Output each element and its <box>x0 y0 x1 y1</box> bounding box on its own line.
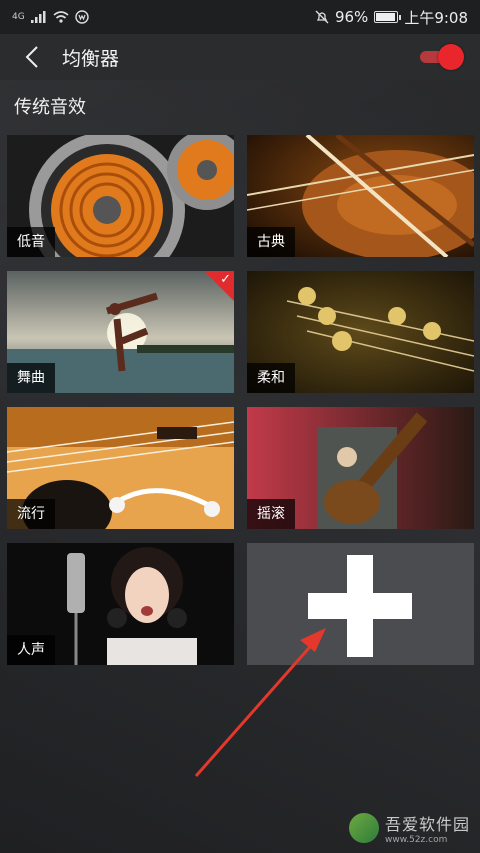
watermark-logo <box>348 813 379 843</box>
annotation-arrow <box>194 628 326 777</box>
page-title: 均衡器 <box>62 47 120 70</box>
clock: 上午9:08 <box>404 8 468 27</box>
content-area: 传统音效 低音 古典 ✓ 舞曲 柔和 流行 摇滚 人声 吾爱软件园 www.52… <box>0 80 480 853</box>
watermark: 吾爱软件园 www.52z.com <box>348 811 470 845</box>
wifi-icon <box>53 11 69 23</box>
app-notification-icon <box>75 10 89 24</box>
title-bar: 均衡器 <box>0 34 480 80</box>
status-bar: 4G 96% 上午9:08 <box>0 0 480 34</box>
network-type: 4G <box>12 12 25 22</box>
battery-icon <box>374 11 402 23</box>
signal-icon <box>30 11 46 23</box>
battery-percent: 96% <box>334 8 369 26</box>
watermark-name: 吾爱软件园 <box>384 815 470 834</box>
status-right: 96% 上午9:08 <box>315 7 468 28</box>
back-arrow-icon <box>25 46 38 68</box>
equalizer-toggle[interactable] <box>420 44 464 70</box>
status-left: 4G <box>12 10 89 24</box>
back-button[interactable] <box>10 34 54 80</box>
mute-bell-icon <box>315 10 329 24</box>
watermark-url: www.52z.com <box>384 835 448 845</box>
